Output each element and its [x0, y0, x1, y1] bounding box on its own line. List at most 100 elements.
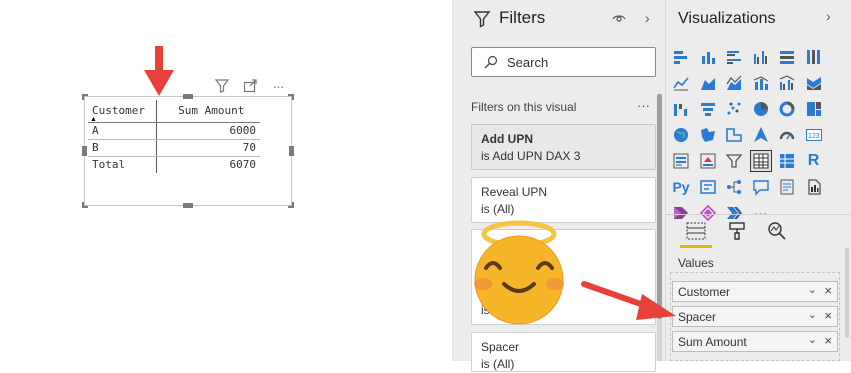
more-options-glyph: ··· — [272, 78, 285, 94]
field-well-label: Sum Amount — [678, 335, 747, 349]
stacked-area-icon[interactable] — [723, 72, 745, 94]
filter-card-subtitle: is Add UPN DAX 3 — [481, 149, 581, 163]
filter-icon[interactable] — [213, 77, 231, 95]
kpi-icon[interactable] — [697, 150, 719, 172]
stacked-column-icon[interactable] — [697, 46, 719, 68]
remove-field-icon[interactable]: × — [824, 283, 832, 298]
field-well-label: Customer — [678, 285, 731, 299]
resize-handle-left[interactable] — [82, 146, 87, 156]
qa-visual-icon[interactable] — [750, 176, 772, 198]
r-visual-icon[interactable]: R — [803, 150, 825, 172]
analytics-magnifier-icon[interactable] — [767, 221, 787, 241]
resize-handle-bottom[interactable] — [183, 203, 193, 208]
section-more-icon[interactable]: ··· — [637, 98, 650, 113]
smart-narrative-icon[interactable] — [776, 176, 798, 198]
field-well-spacer[interactable]: Spacer ⌄ × — [672, 306, 838, 327]
annotation-arrow-right — [581, 281, 676, 320]
waterfall-icon[interactable] — [670, 98, 692, 120]
total-value: 6070 — [229, 158, 257, 172]
table-cell: B — [88, 139, 157, 157]
python-visual-icon[interactable]: Py — [670, 176, 692, 198]
matrix-icon[interactable] — [776, 150, 798, 172]
chevron-down-icon[interactable]: ⌄ — [808, 308, 817, 321]
filter-card-title: Add UPN — [481, 132, 533, 146]
shape-map-icon[interactable] — [723, 124, 745, 146]
resize-handle-top[interactable] — [183, 94, 193, 99]
smiling-halo-emoji-icon — [474, 220, 564, 325]
active-tab-indicator — [680, 245, 712, 248]
100-bar-icon[interactable] — [776, 46, 798, 68]
card-icon[interactable]: 123 — [803, 124, 825, 146]
gauge-icon[interactable] — [776, 124, 798, 146]
svg-text:123: 123 — [808, 133, 820, 140]
donut-chart-icon[interactable] — [776, 98, 798, 120]
chevron-down-icon[interactable]: ⌄ — [808, 283, 817, 296]
filter-card-spacer[interactable]: Spacer is (All) — [471, 332, 656, 372]
paginated-report-icon[interactable] — [803, 176, 825, 198]
filter-card-title: Reveal UPN — [481, 185, 548, 199]
total-label: Total — [88, 156, 157, 173]
multi-row-card-icon[interactable] — [670, 150, 692, 172]
table-total-row: Total 6070 — [88, 156, 260, 173]
viz-scrollbar-thumb[interactable] — [845, 248, 849, 338]
report-canvas: ··· Customer Sum Amount A 6000 B 70 Tota… — [0, 0, 452, 361]
more-options-icon[interactable]: ··· — [269, 77, 287, 95]
table-row: B 70 — [88, 139, 260, 157]
remove-field-icon[interactable]: × — [824, 308, 832, 323]
resize-handle-bl[interactable] — [82, 202, 88, 208]
resize-handle-right[interactable] — [289, 146, 294, 156]
filter-card-reveal-upn[interactable]: Reveal UPN is (All) — [471, 177, 656, 223]
search-placeholder: Search — [507, 55, 549, 70]
area-chart-icon[interactable] — [697, 72, 719, 94]
pie-chart-icon[interactable] — [750, 98, 772, 120]
table-visual: Customer Sum Amount A 6000 B 70 Total 60… — [88, 100, 260, 173]
funnel-icon[interactable] — [697, 98, 719, 120]
field-well-customer[interactable]: Customer ⌄ × — [672, 281, 838, 302]
sort-ascending-icon[interactable]: ▲ — [90, 116, 97, 123]
field-well-label: Spacer — [678, 310, 717, 324]
table-cell: 70 — [156, 139, 260, 157]
resize-handle-tr[interactable] — [288, 94, 294, 100]
100-column-icon[interactable] — [803, 46, 825, 68]
decomposition-tree-icon[interactable] — [723, 176, 745, 198]
table-cell: 6000 — [156, 122, 260, 140]
visual-type-gallery: 123 R Py ··· — [670, 46, 829, 228]
column-header-sum-amount[interactable]: Sum Amount — [156, 100, 260, 123]
line-clustered-column-icon[interactable] — [776, 72, 798, 94]
collapse-filters-chevron-icon[interactable]: › — [645, 10, 650, 26]
filter-card-add-upn[interactable]: Add UPN is Add UPN DAX 3 — [471, 124, 656, 170]
filter-card-subtitle: is (All) — [481, 357, 515, 371]
eye-icon[interactable] — [612, 12, 626, 24]
chevron-down-icon[interactable]: ⌄ — [808, 333, 817, 346]
filters-header: Filters › — [453, 0, 666, 40]
stacked-bar-icon[interactable] — [670, 46, 692, 68]
scatter-icon[interactable] — [723, 98, 745, 120]
remove-field-icon[interactable]: × — [824, 333, 832, 348]
field-well-sum-amount[interactable]: Sum Amount ⌄ × — [672, 331, 838, 352]
visualizations-title: Visualizations — [678, 10, 776, 27]
filter-icon — [473, 11, 491, 28]
clustered-bar-icon[interactable] — [723, 46, 745, 68]
key-influencers-icon[interactable] — [697, 176, 719, 198]
clustered-column-icon[interactable] — [750, 46, 772, 68]
format-paintbrush-icon[interactable] — [728, 221, 746, 241]
column-header-customer[interactable]: Customer — [88, 100, 157, 123]
line-column-icon[interactable] — [750, 72, 772, 94]
filled-map-icon[interactable] — [697, 124, 719, 146]
table-cell: A — [88, 122, 157, 140]
azure-map-icon[interactable] — [750, 124, 772, 146]
map-icon[interactable] — [670, 124, 692, 146]
collapse-viz-chevron-icon[interactable]: › — [826, 8, 831, 24]
filter-card-subtitle: is (All) — [481, 202, 515, 216]
ribbon-chart-icon[interactable] — [803, 72, 825, 94]
values-well-label: Values — [678, 256, 714, 270]
table-visual-icon[interactable] — [749, 150, 772, 172]
slicer-icon[interactable] — [723, 150, 745, 172]
table-header-row: Customer Sum Amount — [88, 100, 260, 123]
build-visual-tab-icon[interactable] — [686, 222, 706, 240]
filters-search-input[interactable]: Search — [471, 47, 656, 77]
focus-mode-icon[interactable] — [241, 77, 259, 95]
treemap-icon[interactable] — [803, 98, 825, 120]
line-chart-icon[interactable] — [670, 72, 692, 94]
resize-handle-br[interactable] — [288, 202, 294, 208]
